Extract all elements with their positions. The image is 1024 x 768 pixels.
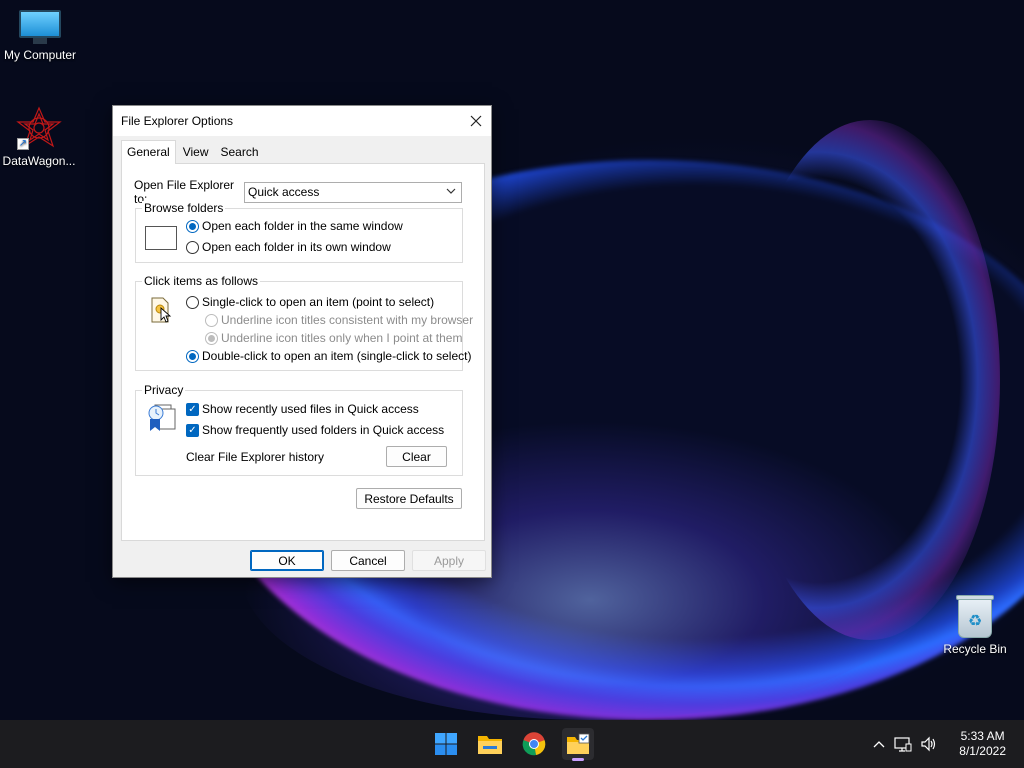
- ok-button[interactable]: OK: [250, 550, 324, 571]
- chevron-down-icon: [446, 186, 456, 199]
- system-tray: [868, 720, 942, 768]
- cancel-button[interactable]: Cancel: [331, 550, 405, 571]
- chrome-icon: [522, 732, 546, 756]
- radio-button[interactable]: [186, 219, 199, 233]
- radio-button[interactable]: [205, 331, 218, 345]
- computer-icon: [19, 10, 61, 44]
- checkbox-label: Show recently used files in Quick access: [202, 402, 419, 416]
- taskbar-clock[interactable]: 5:33 AM 8/1/2022: [959, 729, 1006, 759]
- radio-button[interactable]: [205, 313, 218, 327]
- radio-label: Underline icon titles only when I point …: [221, 331, 463, 345]
- browse-folders-legend: Browse folders: [142, 201, 226, 215]
- desktop-icon-datawagon[interactable]: ↗ DataWagon...: [0, 106, 79, 168]
- tab-search[interactable]: Search: [216, 142, 264, 164]
- clock-time: 5:33 AM: [960, 729, 1005, 743]
- checkbox[interactable]: ✓: [186, 423, 199, 437]
- file-explorer-icon: [478, 736, 502, 754]
- desktop-icon-label: My Computer: [3, 48, 77, 62]
- radio-single-click[interactable]: Single-click to open an item (point to s…: [186, 295, 434, 309]
- close-icon: [470, 115, 482, 127]
- start-button[interactable]: [430, 728, 462, 760]
- network-icon[interactable]: [890, 736, 916, 752]
- recycle-bin-icon: ♻: [956, 595, 994, 638]
- tab-bar: General View Search: [121, 140, 266, 164]
- taskbar-chrome[interactable]: [518, 728, 550, 760]
- checkbox-label: Show frequently used folders in Quick ac…: [202, 423, 445, 437]
- file-explorer-options-dialog: File Explorer Options General View Searc…: [112, 105, 492, 578]
- dialog-titlebar[interactable]: File Explorer Options: [113, 106, 491, 136]
- clock-date: 8/1/2022: [959, 744, 1006, 758]
- radio-button[interactable]: [186, 349, 199, 363]
- volume-icon[interactable]: [916, 736, 942, 752]
- radio-label: Open each folder in its own window: [202, 240, 391, 254]
- radio-label: Single-click to open an item (point to s…: [202, 295, 435, 309]
- apply-button[interactable]: Apply: [412, 550, 486, 571]
- clear-history-label: Clear File Explorer history: [186, 450, 325, 464]
- desktop-icon-label: Recycle Bin: [943, 642, 1007, 656]
- radio-button[interactable]: [186, 240, 199, 254]
- start-icon: [435, 733, 457, 755]
- radio-underline-browser[interactable]: Underline icon titles consistent with my…: [205, 313, 473, 327]
- taskbar-file-explorer-options[interactable]: [562, 728, 594, 761]
- radio-underline-point[interactable]: Underline icon titles only when I point …: [205, 331, 462, 345]
- radio-label: Open each folder in the same window: [202, 219, 403, 233]
- chevron-up-icon[interactable]: [868, 740, 890, 748]
- window-preview-icon: [145, 226, 177, 250]
- general-tab-panel: Open File Explorer to: Quick access Brow…: [121, 163, 485, 541]
- shortcut-arrow-icon: ↗: [17, 138, 29, 150]
- pointer-click-icon: [150, 296, 172, 326]
- check-frequent-folders[interactable]: ✓ Show frequently used folders in Quick …: [186, 423, 444, 437]
- open-to-select[interactable]: Quick access: [244, 181, 462, 203]
- file-explorer-options-icon: [567, 733, 590, 754]
- privacy-files-icon: [146, 401, 176, 431]
- close-button[interactable]: [461, 106, 491, 136]
- taskbar: 5:33 AM 8/1/2022: [0, 720, 1024, 768]
- tab-general[interactable]: General: [121, 140, 176, 164]
- radio-own-window[interactable]: Open each folder in its own window: [186, 240, 391, 254]
- privacy-group: Privacy ✓ Show recently used files in Qu…: [135, 383, 463, 476]
- radio-double-click[interactable]: Double-click to open an item (single-cli…: [186, 349, 471, 363]
- active-window-indicator: [572, 758, 584, 761]
- desktop-icon-recycle-bin[interactable]: ♻ Recycle Bin: [935, 595, 1015, 656]
- check-recent-files[interactable]: ✓ Show recently used files in Quick acce…: [186, 402, 419, 416]
- datawagon-logo-icon: ↗: [15, 106, 63, 150]
- privacy-legend: Privacy: [142, 383, 186, 397]
- radio-label: Underline icon titles consistent with my…: [221, 313, 474, 327]
- checkbox[interactable]: ✓: [186, 402, 199, 416]
- taskbar-file-explorer[interactable]: [474, 728, 506, 760]
- radio-button[interactable]: [186, 295, 199, 309]
- click-items-group: Click items as follows Single-click to o…: [135, 274, 473, 371]
- restore-defaults-button[interactable]: Restore Defaults: [356, 488, 462, 509]
- radio-same-window[interactable]: Open each folder in the same window: [186, 219, 403, 233]
- browse-folders-group: Browse folders Open each folder in the s…: [135, 201, 463, 263]
- desktop-icon-label: DataWagon...: [2, 154, 76, 168]
- dialog-title: File Explorer Options: [121, 114, 234, 128]
- open-to-value: Quick access: [248, 185, 320, 199]
- clear-button[interactable]: Clear: [386, 446, 447, 467]
- tab-view[interactable]: View: [178, 142, 214, 164]
- click-items-legend: Click items as follows: [142, 274, 261, 288]
- radio-label: Double-click to open an item (single-cli…: [202, 349, 472, 363]
- desktop-icon-my-computer[interactable]: My Computer: [0, 10, 80, 62]
